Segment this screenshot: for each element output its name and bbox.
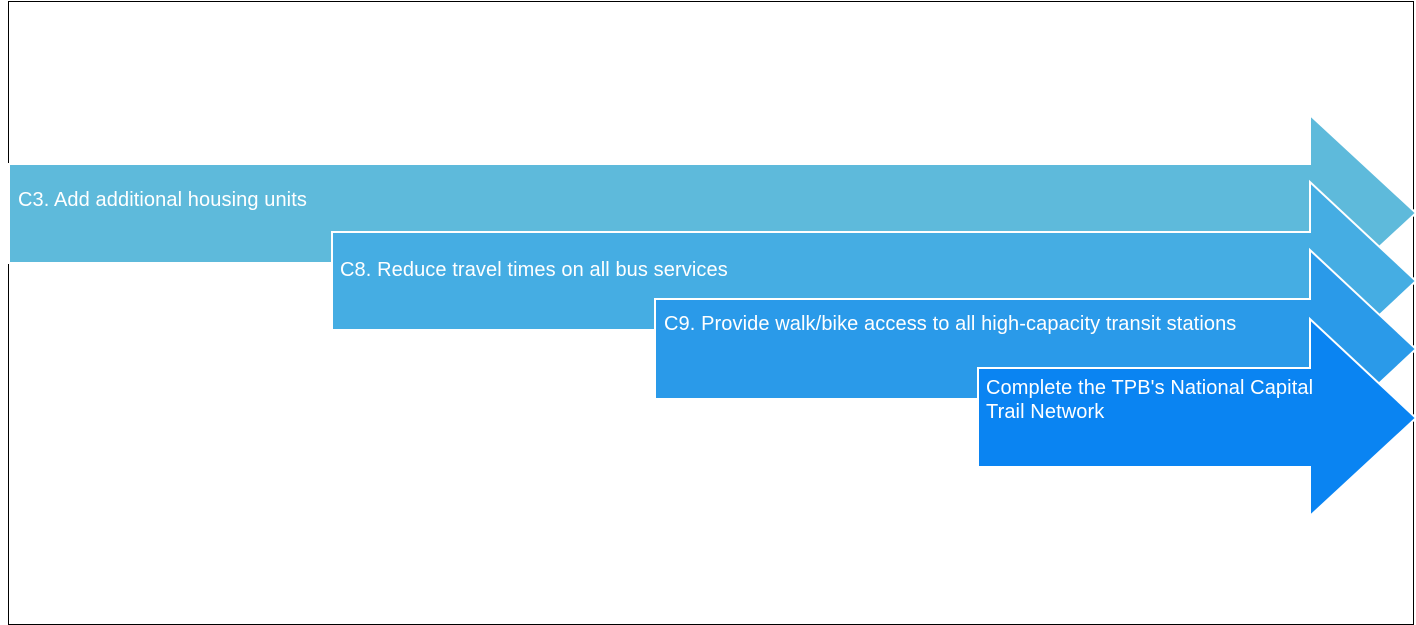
arrow-label-c9: C9. Provide walk/bike access to all high… [664, 313, 1237, 335]
arrow-label-c3: C3. Add additional housing units [18, 189, 307, 211]
arrow-label-trail: Complete the TPB's National Capital Trai… [986, 377, 1314, 423]
arrow-label-c8: C8. Reduce travel times on all bus servi… [340, 259, 728, 281]
arrow-diagram [8, 112, 1416, 519]
